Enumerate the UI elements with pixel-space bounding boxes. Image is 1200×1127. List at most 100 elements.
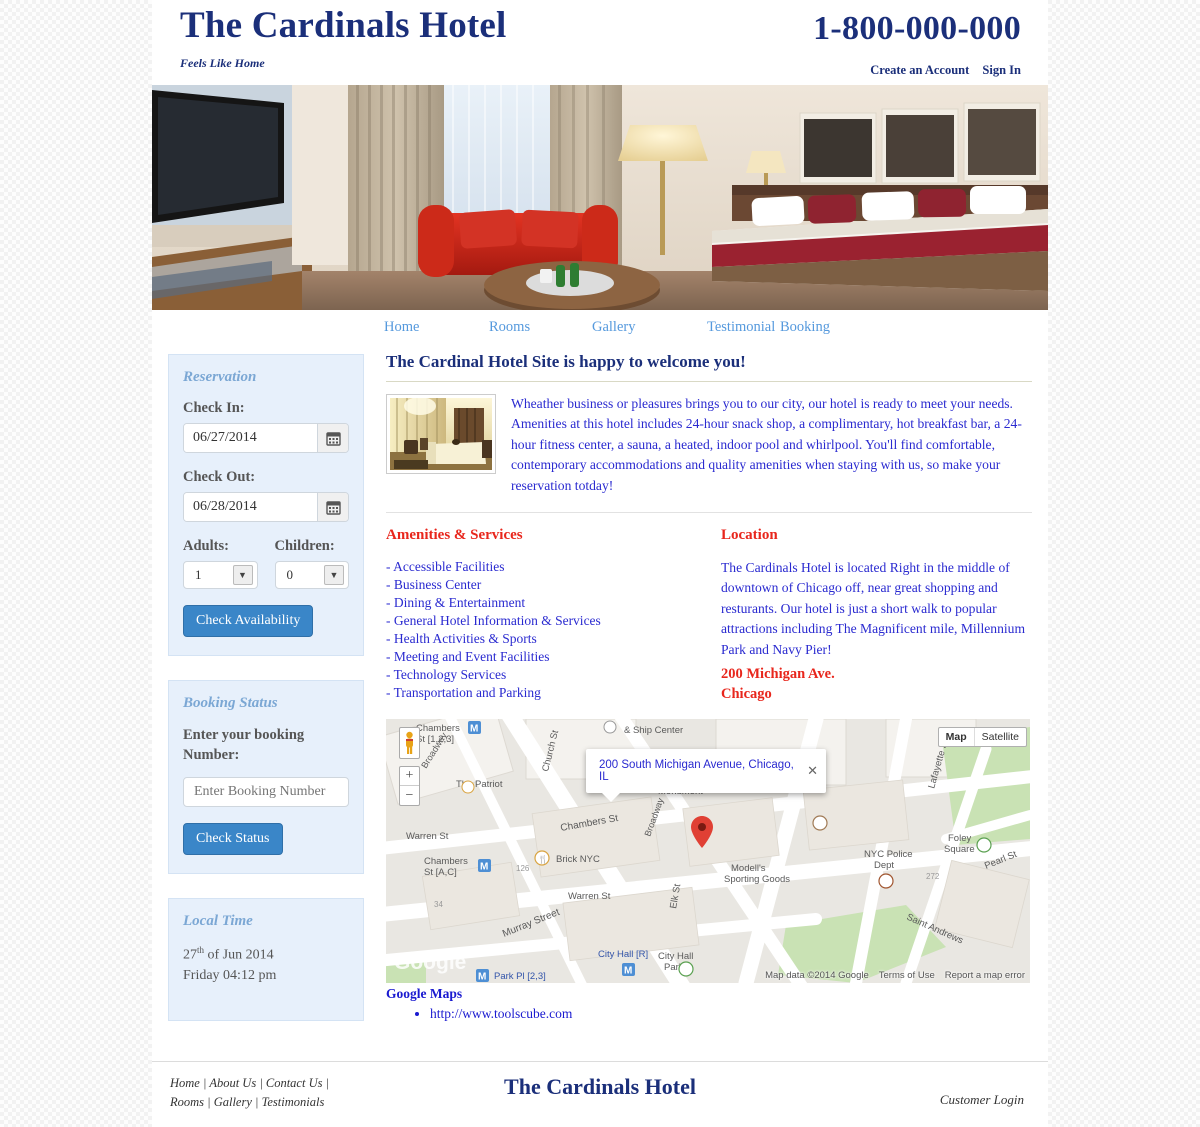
amenity-item[interactable]: - Health Activities & Sports bbox=[386, 630, 716, 648]
svg-text:34: 34 bbox=[434, 900, 443, 909]
amenity-item[interactable]: - Technology Services bbox=[386, 666, 716, 684]
amenities-location-section: Amenities & Services - Accessible Facili… bbox=[386, 513, 1032, 705]
room-thumbnail-illustration bbox=[390, 398, 492, 470]
amenity-item[interactable]: - Transportation and Parking bbox=[386, 684, 716, 702]
svg-text:272: 272 bbox=[926, 872, 940, 881]
nav-item-rooms[interactable]: Rooms bbox=[489, 319, 592, 346]
children-label: Children: bbox=[274, 538, 335, 554]
checkin-label: Check In: bbox=[183, 400, 245, 416]
booking-number-label: Enter your booking Number: bbox=[183, 727, 305, 763]
svg-text:M: M bbox=[470, 724, 478, 735]
svg-text:M: M bbox=[480, 862, 488, 873]
nav-item-testimonial[interactable]: Testimonial bbox=[707, 319, 780, 346]
svg-text:Sporting Goods: Sporting Goods bbox=[724, 874, 790, 885]
brand-title: The Cardinals Hotel bbox=[180, 5, 507, 46]
booking-number-input[interactable] bbox=[183, 777, 349, 808]
checkin-input[interactable] bbox=[184, 424, 317, 452]
svg-text:City Hall [R]: City Hall [R] bbox=[598, 949, 648, 960]
amenity-item[interactable]: - Dining & Entertainment bbox=[386, 594, 716, 612]
local-date-rest: of Jun 2014 bbox=[204, 947, 274, 963]
svg-text:Park Pl [2,3]: Park Pl [2,3] bbox=[494, 971, 546, 982]
booking-status-title: Booking Status bbox=[183, 695, 278, 711]
location-heading: Location bbox=[721, 526, 778, 543]
intro-section: Wheather business or pleasures brings yo… bbox=[386, 394, 1032, 513]
checkout-label: Check Out: bbox=[183, 469, 256, 485]
svg-text:St [A,C]: St [A,C] bbox=[424, 867, 457, 878]
amenity-item[interactable]: - Meeting and Event Facilities bbox=[386, 648, 716, 666]
map-info-window: 200 South Michigan Avenue, Chicago, IL ✕ bbox=[586, 749, 826, 803]
brand-tagline: Feels Like Home bbox=[180, 55, 265, 70]
svg-text:Warren St: Warren St bbox=[568, 891, 611, 902]
page-title: The Cardinal Hotel Site is happy to welc… bbox=[386, 352, 1032, 382]
map-zoom-controls: + − bbox=[399, 766, 420, 807]
zoom-out-button[interactable]: − bbox=[400, 786, 419, 805]
footer-links-row-1[interactable]: Home | About Us | Contact Us | bbox=[170, 1074, 370, 1093]
svg-text:Foley: Foley bbox=[948, 833, 971, 844]
calendar-icon[interactable] bbox=[317, 424, 348, 452]
svg-text:& Ship Center: & Ship Center bbox=[624, 725, 683, 736]
svg-text:Dept: Dept bbox=[874, 860, 894, 871]
map-marker-icon[interactable] bbox=[691, 816, 713, 849]
map-info-window-text[interactable]: 200 South Michigan Avenue, Chicago, IL bbox=[599, 759, 803, 783]
zoom-in-button[interactable]: + bbox=[400, 767, 419, 787]
sidebar: Reservation Check In: Check Ou bbox=[168, 346, 364, 1045]
room-thumbnail bbox=[386, 394, 496, 474]
adults-value: 1 bbox=[195, 567, 202, 582]
address-line-2: Chicago bbox=[721, 686, 772, 703]
children-value: 0 bbox=[286, 567, 294, 582]
map-embed[interactable]: Chambers St [1,2,3] & Ship Center The Pa… bbox=[386, 719, 1030, 984]
svg-text:City Hall: City Hall bbox=[658, 951, 693, 962]
map-type-satellite-button[interactable]: Satellite bbox=[975, 728, 1026, 746]
booking-status-panel: Booking Status Enter your booking Number… bbox=[168, 680, 364, 875]
reservation-panel-title: Reservation bbox=[183, 369, 257, 385]
svg-text:Chambers: Chambers bbox=[416, 723, 460, 734]
site-url-link[interactable]: http://www.toolscube.com bbox=[430, 1006, 572, 1021]
calendar-icon[interactable] bbox=[317, 493, 348, 521]
map-terms-link[interactable]: Terms of Use bbox=[879, 970, 935, 981]
phone-number: 1-800-000-000 bbox=[813, 10, 1021, 47]
map-report-error-link[interactable]: Report a map error bbox=[945, 970, 1025, 981]
local-date-day: 27 bbox=[183, 947, 197, 963]
map-attribution: Map data ©2014 Google Terms of Use Repor… bbox=[765, 970, 1025, 981]
svg-text:Modell's: Modell's bbox=[731, 863, 766, 874]
chevron-down-icon: ▼ bbox=[324, 565, 344, 585]
check-availability-button[interactable]: Check Availability bbox=[183, 605, 314, 637]
svg-text:Square: Square bbox=[944, 844, 975, 855]
create-account-link[interactable]: Create an Account bbox=[870, 63, 969, 77]
close-icon[interactable]: ✕ bbox=[803, 763, 818, 779]
amenity-item[interactable]: - Accessible Facilities bbox=[386, 558, 716, 576]
nav-item-booking[interactable]: Booking bbox=[780, 319, 830, 346]
footer-links-row-2[interactable]: Rooms | Gallery | Testimonials bbox=[170, 1093, 370, 1112]
guests-row: Adults: 1 ▼ Children: 0 ▼ bbox=[183, 538, 349, 589]
amenity-item[interactable]: - General Hotel Information & Services bbox=[386, 612, 716, 630]
intro-paragraph: Wheather business or pleasures brings yo… bbox=[511, 396, 1022, 493]
customer-login-link[interactable]: Customer Login bbox=[940, 1092, 1024, 1108]
amenities-column: Amenities & Services - Accessible Facili… bbox=[386, 527, 716, 705]
check-status-button[interactable]: Check Status bbox=[183, 823, 283, 856]
sign-in-link[interactable]: Sign In bbox=[982, 63, 1021, 77]
chevron-down-icon: ▼ bbox=[232, 565, 253, 585]
street-view-pegman-icon[interactable] bbox=[399, 727, 420, 760]
svg-text:Google: Google bbox=[394, 951, 466, 974]
checkout-field-group bbox=[183, 492, 349, 522]
google-maps-link[interactable]: Google Maps bbox=[386, 986, 1032, 1002]
children-group: Children: 0 ▼ bbox=[274, 538, 349, 589]
local-time-panel: Local Time 27th of Jun 2014 Friday 04:12… bbox=[168, 898, 364, 1022]
adults-select[interactable]: 1 ▼ bbox=[183, 561, 258, 589]
site-url-list: http://www.toolscube.com bbox=[386, 1006, 1032, 1022]
page-container: The Cardinals Hotel Feels Like Home 1-80… bbox=[152, 0, 1048, 1127]
map-attribution-data: Map data ©2014 Google bbox=[765, 970, 869, 982]
children-select[interactable]: 0 ▼ bbox=[274, 561, 349, 589]
checkout-input[interactable] bbox=[184, 493, 317, 521]
map-type-switcher: Map Satellite bbox=[937, 727, 1027, 748]
location-column: Location The Cardinals Hotel is located … bbox=[716, 527, 1032, 705]
amenity-item[interactable]: - Business Center bbox=[386, 576, 716, 594]
account-links: Create an Account Sign In bbox=[860, 63, 1021, 78]
nav-item-gallery[interactable]: Gallery bbox=[592, 319, 707, 346]
map-type-map-button[interactable]: Map bbox=[939, 728, 975, 747]
reservation-panel: Reservation Check In: Check Ou bbox=[168, 354, 364, 656]
hero-room-illustration bbox=[152, 85, 1048, 310]
local-date: 27th of Jun 2014 bbox=[183, 944, 349, 966]
location-paragraph: The Cardinals Hotel is located Right in … bbox=[721, 559, 1026, 657]
nav-item-home[interactable]: Home bbox=[384, 319, 489, 346]
